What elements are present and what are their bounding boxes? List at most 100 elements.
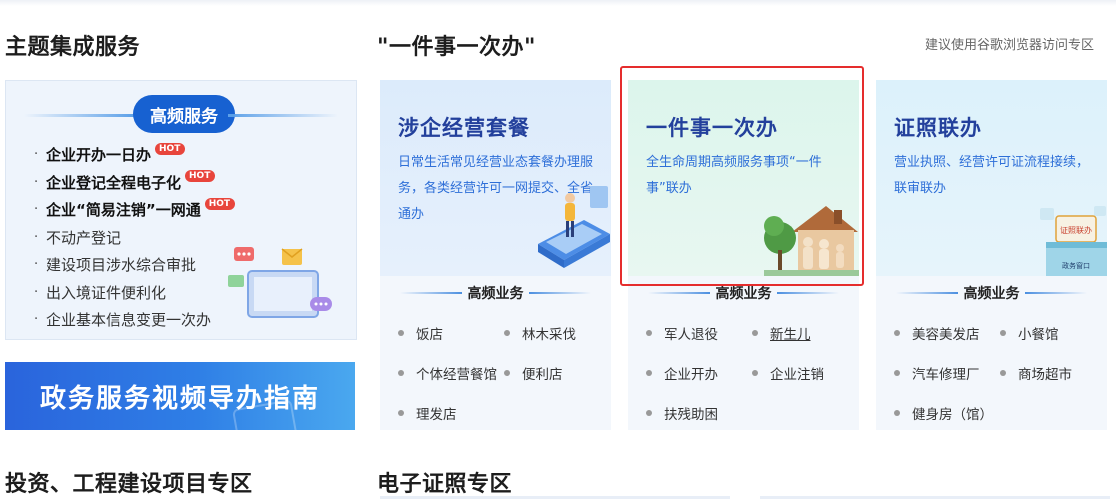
high-freq-item[interactable]: · 企业开办一日办 HOT bbox=[34, 141, 235, 169]
business-item[interactable]: 饭店 bbox=[398, 313, 504, 353]
business-item[interactable]: 商场超市 bbox=[1000, 353, 1104, 393]
business-item-label: 理发店 bbox=[416, 407, 457, 423]
business-item[interactable]: 新生儿 bbox=[752, 313, 856, 353]
business-item[interactable]: 理发店 bbox=[398, 393, 504, 433]
one-thing-title: "一件事一次办" bbox=[377, 35, 536, 60]
business-item[interactable]: 企业注销 bbox=[752, 353, 856, 393]
bullet-icon bbox=[752, 370, 758, 376]
bullet-icon bbox=[1000, 330, 1006, 336]
business-item[interactable]: 军人退役 bbox=[646, 313, 752, 353]
business-item-label: 美容美发店 bbox=[912, 327, 980, 343]
bullet-icon: · bbox=[34, 147, 39, 163]
business-item-label: 军人退役 bbox=[664, 327, 718, 343]
hot-badge-icon: HOT bbox=[155, 142, 186, 155]
business-item-label: 健身房（馆） bbox=[912, 407, 993, 423]
office-illustration-icon bbox=[228, 247, 332, 318]
high-freq-item-label: 出入境证件便利化 bbox=[46, 283, 167, 302]
business-list: 美容美发店 小餐馆汽车修理厂 商场超市 健身房（馆） bbox=[894, 313, 1104, 433]
high-freq-header: 高频服务 bbox=[6, 95, 356, 135]
card-title: 证照联办 bbox=[894, 116, 982, 140]
high-freq-item-label: 建设项目涉水综合审批 bbox=[46, 256, 197, 275]
business-item-label: 企业开办 bbox=[664, 367, 718, 383]
high-freq-item-label: 企业开办一日办 bbox=[46, 146, 152, 165]
bullet-icon bbox=[752, 330, 758, 336]
business-item-label: 汽车修理厂 bbox=[912, 367, 980, 383]
high-freq-item-label: 不动产登记 bbox=[46, 228, 122, 247]
business-item[interactable]: 便利店 bbox=[504, 353, 608, 393]
service-window-icon: 证照联办 政务窗口 bbox=[1040, 206, 1107, 276]
card-business-package[interactable]: 涉企经营套餐 日常生活常见经营业态套餐办理服务，各类经营许可一网提交、全省通办 … bbox=[380, 80, 611, 430]
divider-line bbox=[529, 292, 591, 294]
business-item[interactable]: 个体经营餐馆 bbox=[398, 353, 504, 393]
bullet-icon: · bbox=[34, 229, 39, 245]
business-item-label: 饭店 bbox=[416, 327, 443, 343]
high-freq-item[interactable]: · 企业“简易注销”一网通 HOT bbox=[34, 196, 236, 224]
hot-badge-icon: HOT bbox=[185, 170, 216, 183]
business-item[interactable]: 美容美发店 bbox=[894, 313, 1000, 353]
browser-hint-link[interactable]: 建议使用谷歌浏览器访问专区 bbox=[925, 34, 1094, 53]
divider-line bbox=[1025, 292, 1087, 294]
sub-header: 高频业务 bbox=[628, 280, 859, 306]
sign-bottom-text: 政务窗口 bbox=[1062, 261, 1090, 270]
card-description: 营业执照、经营许可证流程接续，联审联办 bbox=[894, 155, 1090, 196]
business-item[interactable]: 汽车修理厂 bbox=[894, 353, 1000, 393]
card-one-thing[interactable]: 一件事一次办 全生命周期高频服务事项“一件事”联办 高频业务 军人退役 新生儿企业… bbox=[628, 80, 859, 430]
high-freq-list: · 企业开办一日办 HOT · 企业登记全程电子化 HOT · 企业“简易注销”一网通 HOT ·… bbox=[34, 141, 236, 334]
bullet-icon bbox=[894, 370, 900, 376]
video-guide-banner[interactable]: 政务服务视频导办指南 bbox=[5, 362, 355, 430]
high-freq-item[interactable]: · 不动产登记 bbox=[34, 224, 235, 252]
business-item[interactable]: 林木采伐 bbox=[504, 313, 608, 353]
top-shadow-line bbox=[0, 0, 1116, 6]
card-header[interactable]: 证照联办 营业执照、经营许可证流程接续，联审联办 证照联办 政务窗口 bbox=[876, 80, 1107, 276]
business-item[interactable]: 小餐馆 bbox=[1000, 313, 1104, 353]
bullet-icon bbox=[398, 410, 404, 416]
e-license-zone-title[interactable]: 电子证照专区 bbox=[377, 466, 512, 498]
business-item-label: 便利店 bbox=[522, 367, 563, 383]
card-header[interactable]: 一件事一次办 全生命周期高频服务事项“一件事”联办 bbox=[628, 80, 859, 276]
bullet-icon bbox=[646, 410, 652, 416]
business-item[interactable]: 健身房（馆） bbox=[894, 393, 1000, 433]
sub-header: 高频业务 bbox=[876, 280, 1107, 306]
bullet-icon bbox=[646, 370, 652, 376]
bullet-icon bbox=[398, 370, 404, 376]
theme-service-title: 主题集成服务 bbox=[5, 35, 141, 60]
bullet-icon bbox=[646, 330, 652, 336]
divider-line bbox=[24, 114, 134, 117]
divider-line bbox=[777, 292, 839, 294]
bullet-icon bbox=[504, 330, 510, 336]
bullet-icon bbox=[894, 330, 900, 336]
business-item-label: 林木采伐 bbox=[522, 327, 576, 343]
bullet-icon bbox=[1000, 370, 1006, 376]
high-freq-item[interactable]: · 企业基本信息变更一次办 bbox=[34, 306, 235, 334]
high-freq-badge: 高频服务 bbox=[133, 95, 235, 133]
business-item[interactable]: 企业开办 bbox=[646, 353, 752, 393]
high-freq-item[interactable]: · 企业登记全程电子化 HOT bbox=[34, 169, 235, 197]
card-header[interactable]: 涉企经营套餐 日常生活常见经营业态套餐办理服务，各类经营许可一网提交、全省通办 bbox=[380, 80, 611, 276]
high-freq-services-panel: 高频服务 · 企业开办一日办 HOT · 企业登记全程电子化 HOT · 企业“简易注销”一网… bbox=[5, 80, 357, 340]
high-freq-item-label: 企业基本信息变更一次办 bbox=[46, 311, 212, 330]
business-list: 军人退役 新生儿企业开办 企业注销扶残助困 bbox=[646, 313, 856, 433]
card-license-combo[interactable]: 证照联办 营业执照、经营许可证流程接续，联审联办 证照联办 政务窗口 高频业务 … bbox=[876, 80, 1107, 430]
bullet-icon bbox=[894, 410, 900, 416]
bullet-icon: · bbox=[34, 257, 39, 273]
business-item-label: 个体经营餐馆 bbox=[416, 367, 497, 383]
bullet-icon: · bbox=[34, 284, 39, 300]
business-list: 饭店 林木采伐个体经营餐馆 便利店理发店 bbox=[398, 313, 608, 433]
sub-header: 高频业务 bbox=[380, 280, 611, 306]
business-item[interactable]: 扶残助困 bbox=[646, 393, 752, 433]
bullet-icon bbox=[504, 370, 510, 376]
card-description: 全生命周期高频服务事项“一件事”联办 bbox=[646, 155, 822, 196]
high-freq-item-label: 企业“简易注销”一网通 bbox=[46, 201, 201, 220]
business-item-label: 新生儿 bbox=[770, 327, 811, 343]
hot-badge-icon: HOT bbox=[204, 197, 236, 210]
high-freq-item[interactable]: · 出入境证件便利化 bbox=[34, 279, 235, 307]
business-item-label: 小餐馆 bbox=[1018, 327, 1059, 343]
high-freq-item[interactable]: · 建设项目涉水综合审批 bbox=[34, 251, 235, 279]
sign-top-text: 证照联办 bbox=[1060, 225, 1092, 235]
tablet-person-icon bbox=[538, 186, 610, 268]
business-item-label: 扶残助困 bbox=[664, 407, 718, 423]
investment-zone-title[interactable]: 投资、工程建设项目专区 bbox=[5, 466, 253, 498]
bullet-icon: · bbox=[34, 202, 39, 218]
card-title: 一件事一次办 bbox=[646, 116, 778, 140]
bullet-icon: · bbox=[34, 312, 39, 328]
